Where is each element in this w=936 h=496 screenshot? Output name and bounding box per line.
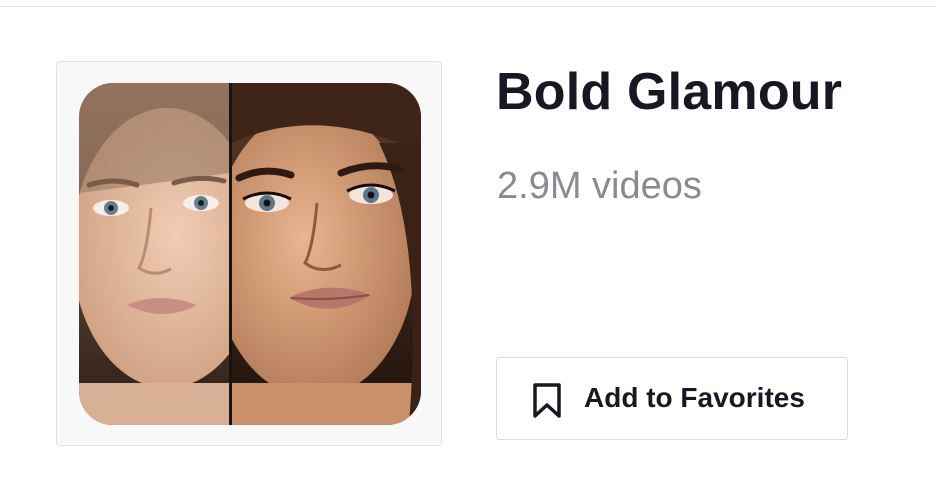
- effect-thumbnail-image: [79, 83, 421, 425]
- bookmark-icon: [527, 380, 567, 420]
- effect-thumbnail-frame[interactable]: [56, 61, 442, 446]
- add-to-favorites-button[interactable]: Add to Favorites: [496, 357, 848, 440]
- effect-title: Bold Glamour: [496, 63, 843, 121]
- add-to-favorites-label: Add to Favorites: [584, 382, 805, 413]
- top-divider: [0, 6, 936, 7]
- video-count: 2.9M videos: [497, 165, 702, 207]
